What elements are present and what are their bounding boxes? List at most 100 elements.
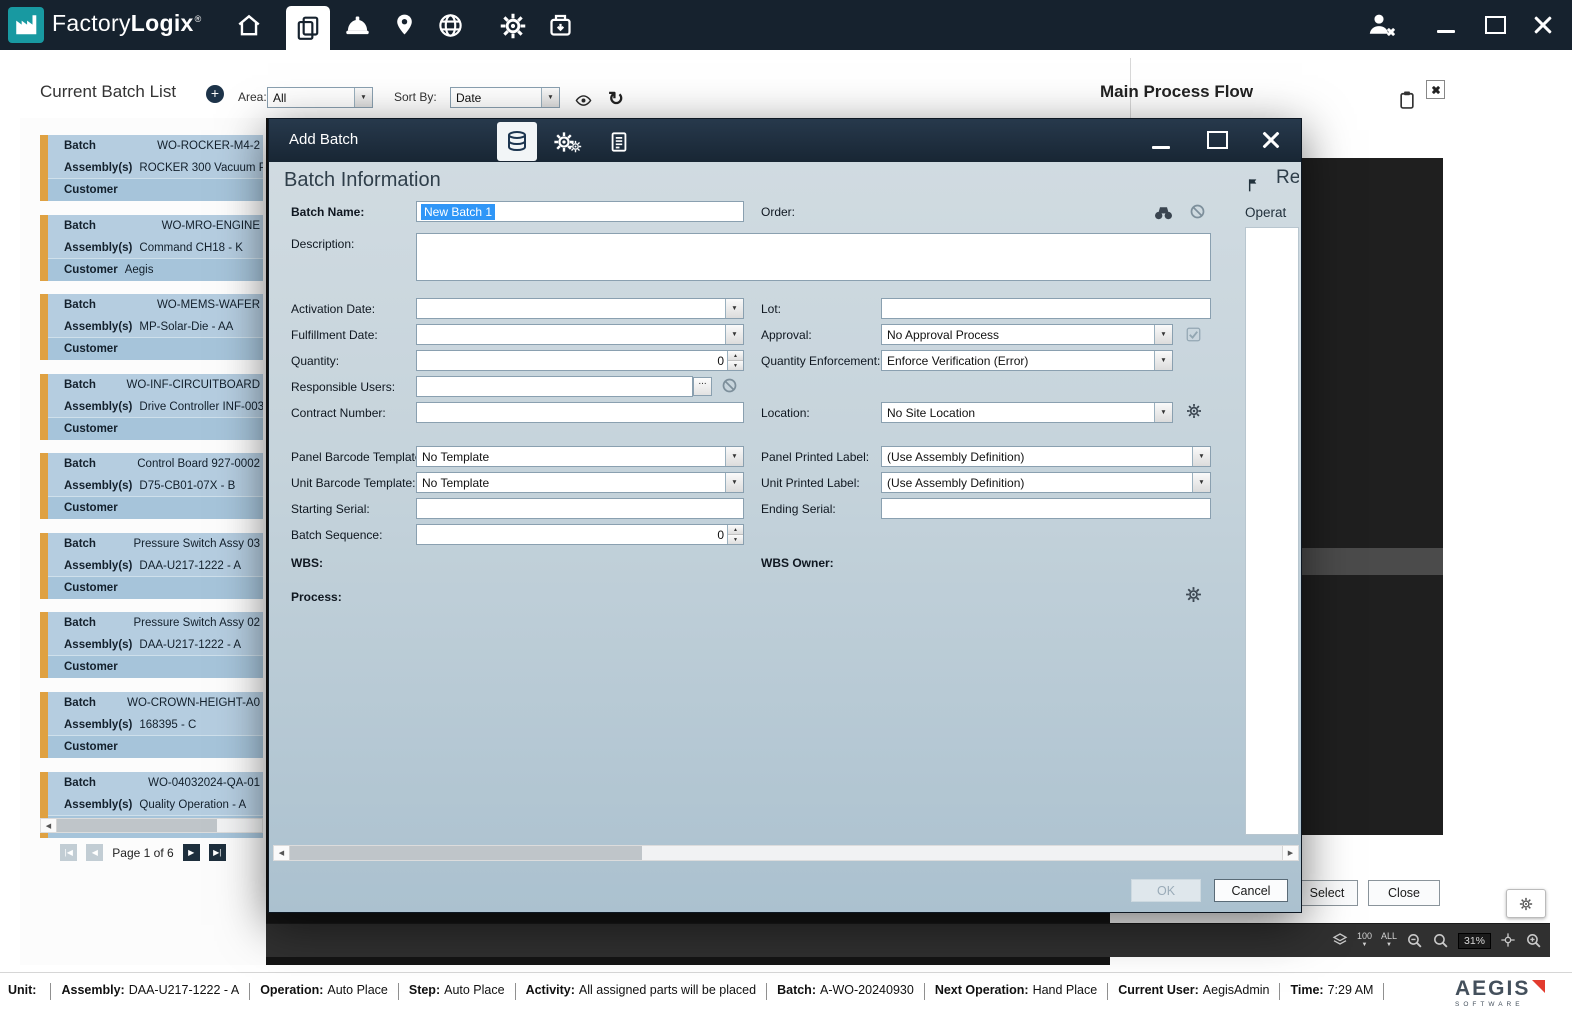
zoom-out-icon[interactable] [1406,932,1423,950]
batch-card[interactable]: BatchWO-MRO-ENGINEAssembly(s)Command CH1… [40,215,263,281]
minimize-window-button[interactable] [1430,10,1462,40]
chevron-down-icon[interactable]: ▼ [725,325,743,344]
close-window-button[interactable] [1527,10,1559,40]
report-button[interactable] [599,122,639,161]
binoculars-icon[interactable] [1153,202,1174,223]
zoom-in-icon[interactable] [1525,932,1542,950]
starting-serial-input[interactable] [416,498,744,519]
batch-name-input[interactable]: New Batch 1 [416,201,744,222]
chevron-down-icon[interactable]: ▼ [354,88,372,107]
dialog-minimize-button[interactable] [1143,125,1179,155]
home-icon[interactable] [236,12,262,38]
location-gear-icon[interactable] [1186,402,1202,420]
process-settings-button[interactable] [547,122,587,161]
dialog-hscrollbar[interactable]: ◀ ▶ [273,845,1299,861]
chevron-down-icon[interactable]: ▼ [1154,351,1172,370]
page-last-button[interactable]: ▶| [209,844,226,861]
batch-card[interactable]: BatchPressure Switch Assy 02Assembly(s)D… [40,612,263,678]
pan-icon[interactable] [1500,932,1516,950]
floating-tool-button[interactable] [1506,889,1546,918]
select-button[interactable]: Select [1296,880,1358,906]
lot-input[interactable] [881,298,1211,319]
assembly-label: Assembly(s) [64,799,132,811]
chevron-down-icon[interactable]: ▼ [1192,473,1210,492]
dialog-maximize-button[interactable] [1199,125,1235,155]
user-logout-icon[interactable] [1366,11,1392,37]
layers-icon[interactable] [1332,932,1348,950]
scroll-right-icon[interactable]: ▶ [1282,846,1298,860]
chevron-down-icon[interactable]: ▼ [725,447,743,466]
chevron-down-icon[interactable]: ▼ [1192,447,1210,466]
magnifier-icon[interactable] [1432,932,1449,950]
process-gear-icon[interactable] [1185,586,1202,604]
page-first-button[interactable]: |◀ [60,844,77,861]
chevron-down-icon[interactable]: ▼ [541,88,559,107]
dialog-close-button[interactable] [1253,125,1289,155]
hardhat-icon[interactable] [344,12,371,39]
approval-label: Approval: [761,328,812,342]
spinner-down-icon[interactable]: ▼ [728,361,743,370]
quantity-stepper[interactable]: 0▲▼ [416,350,744,371]
zoom-fit-all-button[interactable]: ALL▼ [1381,932,1397,950]
aegis-logo: AEGIS SOFTWARE [1455,978,1555,1008]
eye-icon[interactable] [572,92,595,110]
chevron-down-icon[interactable]: ▼ [725,473,743,492]
batch-card[interactable]: BatchWO-CROWN-HEIGHT-A0Assembly(s)168395… [40,692,263,758]
approval-check-icon[interactable] [1186,326,1201,344]
unit-barcode-template-dropdown[interactable]: No Template▼ [416,472,744,493]
globe-icon[interactable] [437,12,464,39]
clear-users-icon[interactable] [721,377,738,395]
page-next-button[interactable]: ▶ [183,844,200,861]
unit-printed-label-dropdown[interactable]: (Use Assembly Definition)▼ [881,472,1211,493]
panel-barcode-template-dropdown[interactable]: No Template▼ [416,446,744,467]
approval-dropdown[interactable]: No Approval Process▼ [881,324,1173,345]
scrollbar-thumb[interactable] [290,846,642,860]
batch-card[interactable]: BatchControl Board 927-0002Assembly(s)D7… [40,453,263,519]
description-textarea[interactable] [416,233,1211,281]
gear-icon[interactable] [499,12,527,40]
batch-card[interactable]: BatchPressure Switch Assy 03Assembly(s)D… [40,533,263,599]
batch-card[interactable]: BatchWO-MEMS-WAFERAssembly(s)MP-Solar-Di… [40,294,263,360]
ending-serial-input[interactable] [881,498,1211,519]
close-button[interactable]: Close [1368,880,1440,906]
responsible-users-browse-button[interactable]: ... [693,377,712,396]
responsible-users-input[interactable] [416,376,693,397]
batch-card[interactable]: BatchWO-INF-CIRCUITBOARDAssembly(s)Drive… [40,374,263,440]
clipboard-icon[interactable] [1397,90,1417,110]
zoom-100-button[interactable]: 100▼ [1357,932,1372,950]
maximize-window-button[interactable] [1479,10,1511,40]
batches-tab-active[interactable] [286,6,330,50]
spinner-up-icon[interactable]: ▲ [728,525,743,535]
cancel-button[interactable]: Cancel [1214,879,1288,902]
scrollbar-thumb[interactable] [57,819,217,832]
activation-date-dropdown[interactable]: ▼ [416,298,744,319]
add-batch-button[interactable]: + [206,85,224,103]
chevron-down-icon[interactable]: ▼ [725,299,743,318]
area-dropdown[interactable]: All ▼ [267,87,373,108]
panel-printed-label-dropdown[interactable]: (Use Assembly Definition)▼ [881,446,1211,467]
location-dropdown[interactable]: No Site Location▼ [881,402,1173,423]
sort-by-dropdown[interactable]: Date ▼ [450,87,560,108]
contract-number-input[interactable] [416,402,744,423]
scroll-left-icon[interactable]: ◀ [41,819,57,832]
spinner-down-icon[interactable]: ▼ [728,535,743,544]
panel-close-button[interactable] [1426,80,1445,99]
chevron-down-icon[interactable]: ▼ [1154,403,1172,422]
backup-icon[interactable] [547,12,574,39]
batch-list-hscrollbar[interactable]: ◀ [40,818,263,833]
clear-order-icon[interactable] [1189,203,1206,221]
operations-listbox[interactable] [1245,227,1299,835]
batch-sequence-stepper[interactable]: 0▲▼ [416,524,744,545]
spinner-up-icon[interactable]: ▲ [728,351,743,361]
chevron-down-icon[interactable]: ▼ [1154,325,1172,344]
refresh-icon[interactable]: ↻ [608,88,624,111]
batch-data-tab-button[interactable] [497,122,537,161]
fulfillment-date-dropdown[interactable]: ▼ [416,324,744,345]
batch-card[interactable]: BatchWO-ROCKER-M4-2Assembly(s)ROCKER 300… [40,135,263,201]
scroll-left-icon[interactable]: ◀ [274,846,290,860]
ok-button[interactable]: OK [1131,879,1201,902]
location-pin-icon[interactable] [392,12,417,37]
page-prev-button[interactable]: ◀ [86,844,103,861]
zoom-level-value[interactable]: 31% [1458,933,1491,949]
quantity-enforcement-dropdown[interactable]: Enforce Verification (Error)▼ [881,350,1173,371]
